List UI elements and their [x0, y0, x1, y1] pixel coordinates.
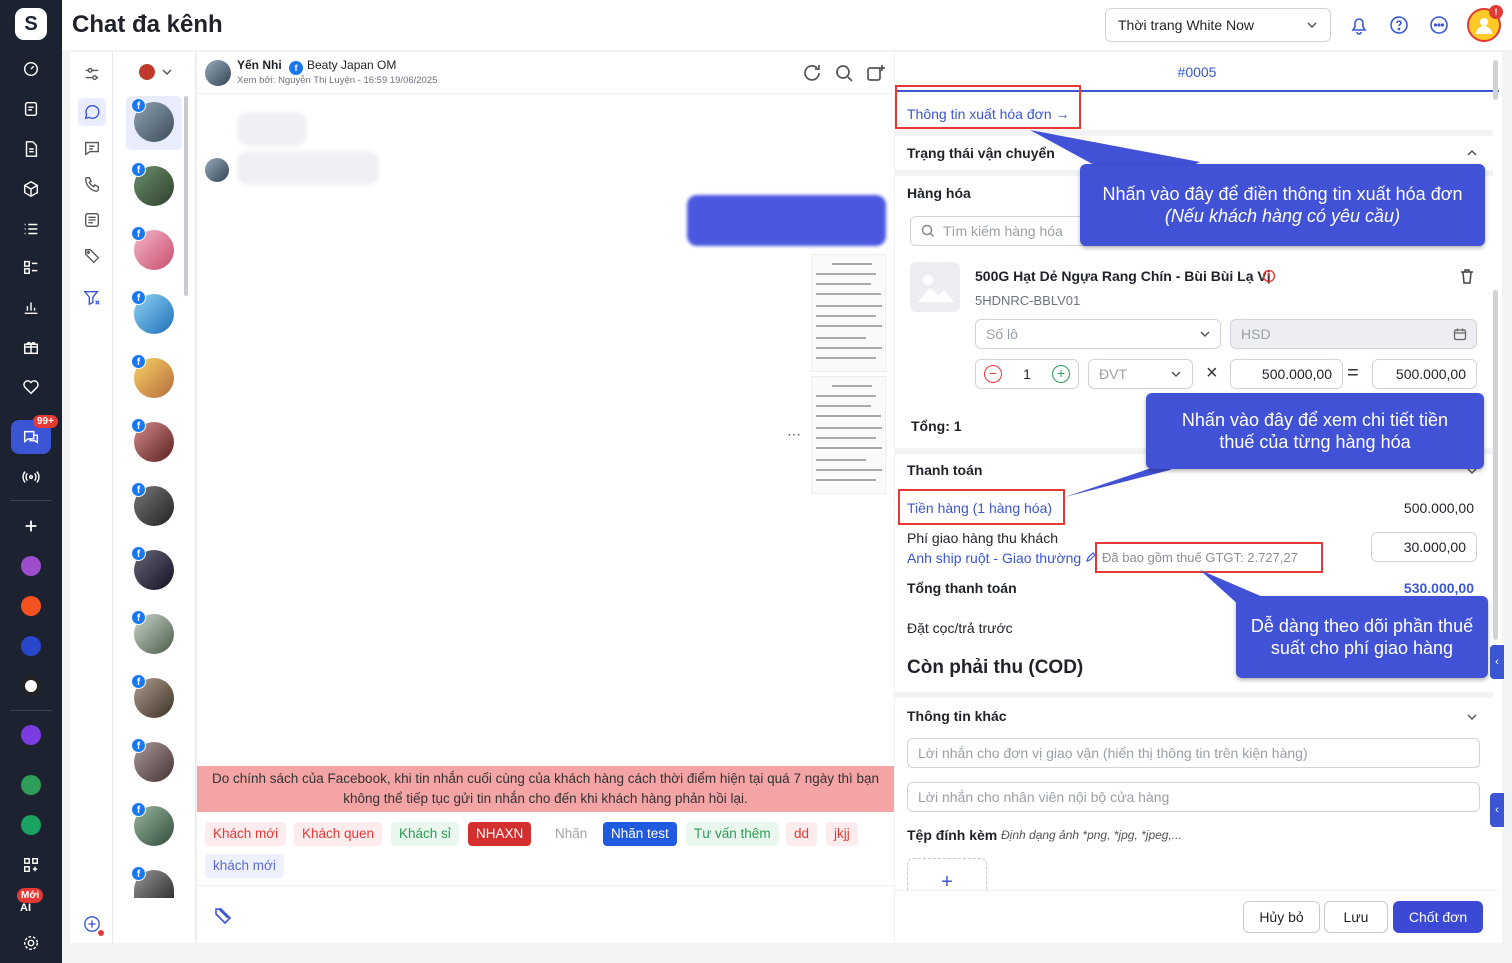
- callout-pointers: [1030, 130, 1270, 615]
- tax-detail-callout: Nhấn vào đây để xem chi tiết tiền thuế c…: [1146, 393, 1484, 469]
- shipping-tax-callout: Dễ dàng theo dõi phần thuế suất cho phí …: [1236, 596, 1488, 678]
- invoice-callout-note: (Nếu khách hàng có yêu cầu): [1164, 206, 1401, 226]
- invoice-callout: Nhấn vào đây để điền thông tin xuất hóa …: [1080, 164, 1485, 246]
- invoice-callout-text: Nhấn vào đây để điền thông tin xuất hóa …: [1102, 184, 1463, 204]
